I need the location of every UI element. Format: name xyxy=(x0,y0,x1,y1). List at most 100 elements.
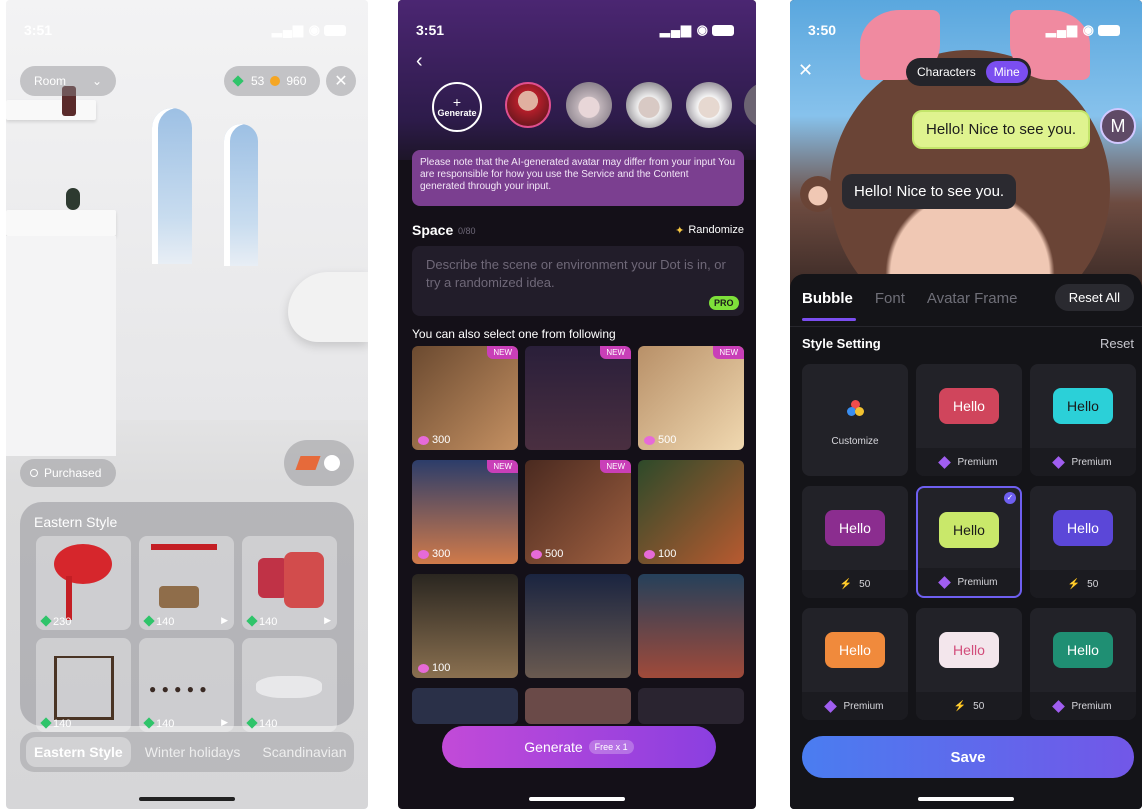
scene-price: 500 xyxy=(531,548,563,560)
decor-item[interactable]: 140 xyxy=(36,638,131,732)
close-button[interactable]: ✕ xyxy=(326,66,356,96)
character-avatar xyxy=(800,176,836,212)
scene-option[interactable]: NEW 500 xyxy=(525,460,631,564)
scene-option[interactable]: NEW 300 xyxy=(412,346,518,450)
view-toggle: Characters Mine xyxy=(906,58,1031,86)
reset-all-button[interactable]: Reset All xyxy=(1054,284,1134,311)
room-counter xyxy=(6,236,116,456)
currency-balance[interactable]: 53 960 xyxy=(224,66,320,96)
armchair xyxy=(288,272,368,342)
decor-item[interactable]: ● ● ● ● ● 140 ▶ xyxy=(139,638,234,732)
new-tag: NEW xyxy=(487,460,518,473)
tab-scandinavian[interactable]: Scandinavian xyxy=(254,737,354,767)
item-price: 140 xyxy=(143,717,174,730)
eraser-toggle[interactable] xyxy=(284,440,354,486)
coin-icon xyxy=(418,549,429,559)
item-price-value: 140 xyxy=(259,718,278,730)
bubble-price-value: Premium xyxy=(1071,700,1112,712)
lantern-image xyxy=(54,544,112,584)
bubble-price-value: 50 xyxy=(973,700,985,712)
collapse-icon[interactable]: ✕ xyxy=(798,60,813,81)
bubble-preview: Hello xyxy=(939,388,999,424)
item-price: 140 xyxy=(143,615,175,628)
tab-bubble[interactable]: Bubble xyxy=(802,290,853,307)
bubble-style-card[interactable]: Hello Premium ✓ xyxy=(916,486,1022,598)
scene-option[interactable] xyxy=(638,688,744,724)
bubble-style-card[interactable]: Hello Premium xyxy=(802,608,908,720)
purchased-filter[interactable]: Purchased xyxy=(20,459,116,487)
scene-option[interactable]: 100 xyxy=(638,460,744,564)
space-label: Space xyxy=(412,222,454,238)
space-input-placeholder: Describe the scene or environment your D… xyxy=(426,257,726,290)
scene-option[interactable] xyxy=(525,688,631,724)
decor-item-panel: Eastern Style 230 140 ▶ 140 ▶ 140 ● ● ● … xyxy=(20,502,354,732)
tab-winter-holidays[interactable]: Winter holidays xyxy=(137,737,249,767)
customize-label: Customize xyxy=(831,436,879,447)
gem-icon xyxy=(246,615,258,627)
bubble-style-card[interactable]: Hello Premium xyxy=(1030,364,1136,476)
item-price-value: 230 xyxy=(53,616,72,628)
new-tag: NEW xyxy=(600,460,631,473)
bubble-style-card[interactable]: Hello ⚡ 50 xyxy=(802,486,908,598)
gem-icon xyxy=(40,615,52,627)
scene-price-value: 500 xyxy=(658,434,677,446)
avatar-option[interactable] xyxy=(626,82,672,128)
decor-item[interactable]: 140 ▶ xyxy=(139,536,234,630)
tab-font[interactable]: Font xyxy=(875,290,905,307)
scene-option[interactable]: NEW 300 xyxy=(412,460,518,564)
scene-option[interactable]: NEW 500 xyxy=(638,346,744,450)
bubble-style-card[interactable]: Hello Premium xyxy=(1030,608,1136,720)
bubble-price: Premium xyxy=(802,692,908,720)
scene-price-value: 300 xyxy=(432,548,451,560)
randomize-label: Randomize xyxy=(688,224,744,236)
decor-item[interactable]: 140 xyxy=(242,638,337,732)
decor-item[interactable]: 140 ▶ xyxy=(242,536,337,630)
avatar-option[interactable] xyxy=(505,82,551,128)
bubble-price-value: Premium xyxy=(957,576,998,588)
gem-icon xyxy=(143,615,155,627)
decor-item[interactable]: 230 xyxy=(36,536,131,630)
play-icon: ▶ xyxy=(324,615,331,625)
item-price-value: 140 xyxy=(156,616,175,628)
scene-option[interactable] xyxy=(525,574,631,678)
scene-option[interactable] xyxy=(638,574,744,678)
generate-button[interactable]: Generate Free x 1 xyxy=(442,726,716,768)
tab-eastern-style[interactable]: Eastern Style xyxy=(26,737,131,767)
generate-button-label: Generate xyxy=(524,739,583,755)
coin-icon xyxy=(531,549,542,559)
item-price-value: 140 xyxy=(53,718,72,730)
bubble-style-card[interactable]: Hello ⚡ 50 xyxy=(1030,486,1136,598)
randomize-button[interactable]: ✦ Randomize xyxy=(675,224,744,237)
bolt-icon: ⚡ xyxy=(953,700,967,712)
space-input[interactable]: Describe the scene or environment your D… xyxy=(412,246,744,316)
scene-option[interactable]: NEW xyxy=(525,346,631,450)
status-icons: ▂▄▆ ◉ xyxy=(1046,22,1120,38)
divider xyxy=(790,326,1142,327)
scene-option[interactable] xyxy=(412,688,518,724)
style-setting-title: Style Setting xyxy=(802,336,881,351)
status-time: 3:50 xyxy=(808,22,837,38)
reset-button[interactable]: Reset xyxy=(1100,336,1134,351)
item-price: 140 xyxy=(246,615,277,628)
generate-avatar-button[interactable]: + Generate xyxy=(432,82,482,132)
home-indicator xyxy=(529,797,625,801)
avatar-option[interactable] xyxy=(566,82,612,128)
scene-option[interactable]: 100 xyxy=(412,574,518,678)
bubble-style-card[interactable]: Hello ⚡ 50 xyxy=(916,608,1022,720)
toggle-characters[interactable]: Characters xyxy=(909,61,984,83)
avatar-option[interactable] xyxy=(686,82,732,128)
bubble-style-card[interactable]: Hello Premium xyxy=(916,364,1022,476)
toggle-mine[interactable]: Mine xyxy=(985,61,1028,83)
fan-image: ● ● ● ● ● xyxy=(149,682,208,696)
scene-price: 300 xyxy=(418,434,450,446)
bubble-preview: Hello xyxy=(825,510,885,546)
room-select[interactable]: Room ⌄ xyxy=(20,66,116,96)
bubble-price: ⚡ 50 xyxy=(802,570,908,598)
tab-avatar-frame[interactable]: Avatar Frame xyxy=(927,290,1018,307)
status-icons: ▂▄▆ ◉ xyxy=(272,22,346,38)
customize-card[interactable]: Customize xyxy=(802,364,908,476)
diamond-icon xyxy=(1052,699,1066,713)
save-button[interactable]: Save xyxy=(802,736,1134,778)
generate-avatar-label: Generate xyxy=(437,108,477,118)
back-button[interactable]: ‹ xyxy=(416,50,423,73)
